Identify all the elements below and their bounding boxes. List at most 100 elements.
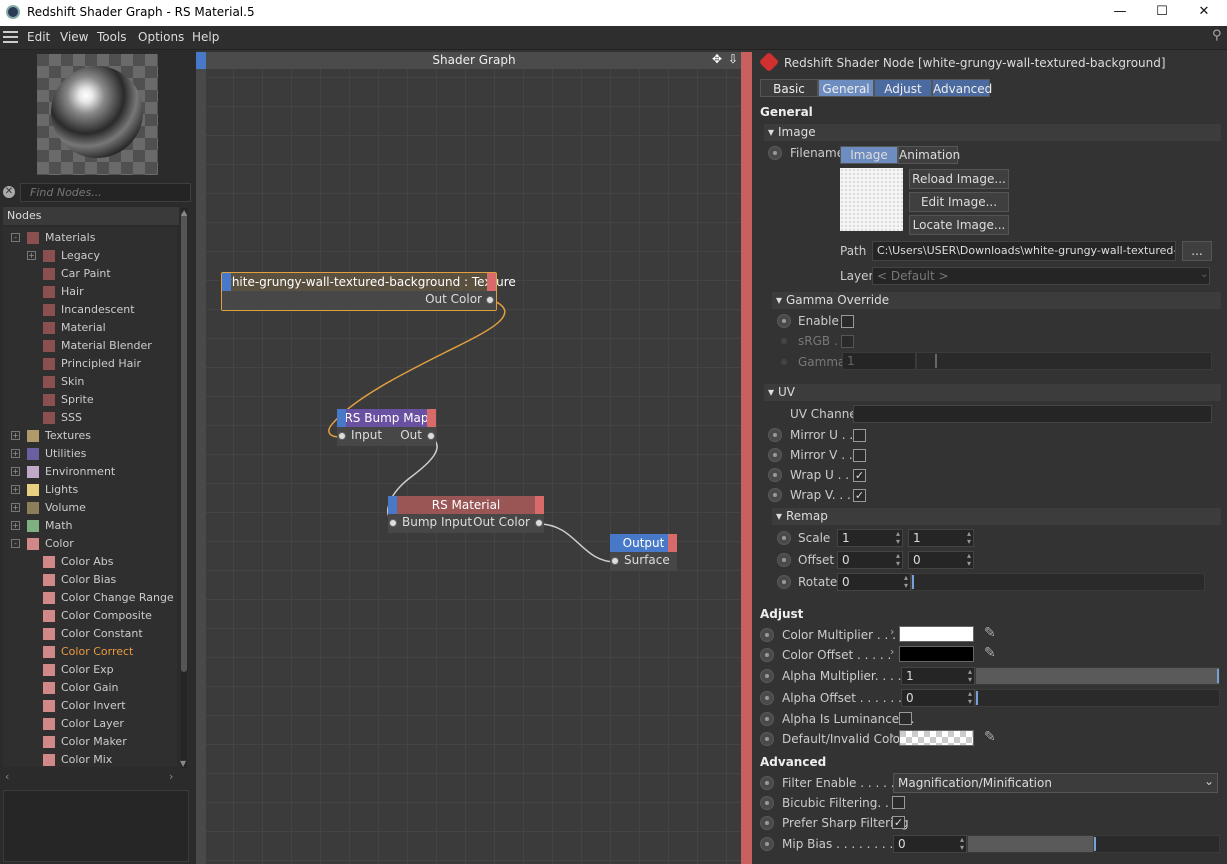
color-multiplier-radio[interactable] <box>760 628 774 642</box>
wrap-u-radio[interactable] <box>768 468 782 482</box>
horizontal-scrollbar[interactable]: ‹ › <box>3 770 183 784</box>
tree-item[interactable]: Color Exp <box>3 661 177 679</box>
alpha-is-luminance-checkbox[interactable] <box>899 712 912 725</box>
tree-item[interactable]: + Textures <box>3 427 177 445</box>
collapse-icon[interactable]: - <box>11 539 20 548</box>
filename-radio[interactable] <box>768 146 782 160</box>
default-color-eyedropper-icon[interactable]: ✎ <box>984 730 998 744</box>
rotate-slider[interactable] <box>911 573 1205 591</box>
expand-icon[interactable]: + <box>11 485 20 494</box>
color-offset-swatch[interactable] <box>899 646 974 662</box>
gamma-slider[interactable] <box>916 352 1212 370</box>
alpha-multiplier-field[interactable]: 1 ▴ ▾ <box>901 667 975 685</box>
rotate-spinner-icon[interactable]: ▴ ▾ <box>904 574 908 590</box>
reload-image-button[interactable]: Reload Image... <box>909 169 1009 189</box>
locate-image-button[interactable]: Locate Image... <box>909 215 1009 235</box>
rotate-field[interactable]: 0 ▴ ▾ <box>837 573 911 591</box>
maximize-button[interactable]: ☐ <box>1139 0 1185 26</box>
alpha-multiplier-slider[interactable] <box>975 667 1220 685</box>
bump-map-node[interactable]: RS Bump Map Input Out <box>337 409 436 446</box>
remap-group-header[interactable]: Remap <box>772 508 1221 525</box>
tree-item[interactable]: + Volume <box>3 499 177 517</box>
enable-radio[interactable] <box>777 314 791 328</box>
expand-icon[interactable]: + <box>11 467 20 476</box>
tree-item[interactable]: Hair <box>3 283 177 301</box>
mirror-u-radio[interactable] <box>768 428 782 442</box>
scale-radio[interactable] <box>777 531 791 545</box>
gamma-override-header[interactable]: Gamma Override <box>772 292 1221 309</box>
expand-icon[interactable]: + <box>27 251 36 260</box>
alpha-offset-spinner-icon[interactable]: ▴ ▾ <box>968 690 972 706</box>
alpha-offset-radio[interactable] <box>760 691 774 705</box>
tree-item[interactable]: Color Invert <box>3 697 177 715</box>
bump-out-port[interactable] <box>427 432 435 440</box>
menu-tools[interactable]: Tools <box>97 30 127 44</box>
scroll-up-icon[interactable]: ▲ <box>181 208 187 217</box>
tree-item[interactable]: - Materials <box>3 229 177 247</box>
tree-item[interactable]: Color Change Range <box>3 589 177 607</box>
color-multiplier-expand-icon[interactable]: › <box>890 625 894 638</box>
tree-scrollbar[interactable] <box>181 208 187 768</box>
tree-item[interactable]: Color Constant <box>3 625 177 643</box>
tree-item[interactable]: Material <box>3 319 177 337</box>
mirror-u-checkbox[interactable] <box>853 429 866 442</box>
mip-bias-spinner-icon[interactable]: ▴ ▾ <box>960 836 964 852</box>
expand-icon[interactable]: + <box>11 503 20 512</box>
tree-item[interactable]: + Lights <box>3 481 177 499</box>
browse-path-button[interactable]: ... <box>1182 241 1212 261</box>
expand-icon[interactable]: + <box>11 449 20 458</box>
image-subtab[interactable]: Image <box>840 146 898 164</box>
collapse-icon[interactable]: - <box>11 233 20 242</box>
tree-item[interactable]: SSS <box>3 409 177 427</box>
clear-search-icon[interactable]: ✕ <box>3 186 15 198</box>
color-multiplier-eyedropper-icon[interactable]: ✎ <box>984 626 998 640</box>
menu-options[interactable]: Options <box>138 30 184 44</box>
image-group-header[interactable]: Image <box>764 124 1221 141</box>
filter-enable-radio[interactable] <box>760 776 774 790</box>
output-node[interactable]: Output Surface <box>610 534 677 571</box>
tree-item[interactable]: Car Paint <box>3 265 177 283</box>
menu-help[interactable]: Help <box>192 30 219 44</box>
scale-y-field[interactable]: 1 ▴ ▾ <box>908 529 974 547</box>
texture-out-port[interactable] <box>486 296 494 304</box>
expand-icon[interactable]: + <box>11 521 20 530</box>
close-button[interactable]: ✕ <box>1181 0 1227 26</box>
offset-x-field[interactable]: 0 ▴ ▾ <box>837 551 903 569</box>
default-color-swatch[interactable] <box>899 730 974 746</box>
tree-item[interactable]: Color Composite <box>3 607 177 625</box>
filter-enable-dropdown[interactable]: Magnification/Minification <box>893 773 1218 793</box>
offset-y-field[interactable]: 0 ▴ ▾ <box>908 551 974 569</box>
uv-group-header[interactable]: UV <box>764 384 1221 401</box>
color-offset-expand-icon[interactable]: › <box>890 645 894 658</box>
wrap-u-checkbox[interactable]: ✓ <box>853 469 866 482</box>
tree-item[interactable]: + Legacy <box>3 247 177 265</box>
mip-bias-slider-knob[interactable] <box>1094 837 1096 851</box>
alpha-offset-field[interactable]: 0 ▴ ▾ <box>901 689 975 707</box>
scrollbar-thumb[interactable] <box>181 212 187 672</box>
color-multiplier-swatch[interactable] <box>899 626 974 642</box>
path-field[interactable]: C:\Users\USER\Downloads\white-grungy-wal… <box>872 241 1176 261</box>
alpha-offset-slider[interactable] <box>975 689 1220 707</box>
tree-item[interactable]: Color Layer <box>3 715 177 733</box>
tab-general[interactable]: General <box>818 79 874 97</box>
srgb-checkbox[interactable] <box>841 335 854 348</box>
tree-item[interactable]: Color Maker <box>3 733 177 751</box>
menu-edit[interactable]: Edit <box>27 30 50 44</box>
default-color-expand-icon[interactable]: › <box>890 729 894 742</box>
rotate-radio[interactable] <box>777 575 791 589</box>
alpha-multiplier-radio[interactable] <box>760 669 774 683</box>
tab-advanced[interactable]: Advanced <box>932 79 992 97</box>
mip-bias-slider[interactable] <box>967 835 1220 853</box>
tree-item[interactable]: Color Mix <box>3 751 177 767</box>
expand-icon[interactable]: + <box>11 431 20 440</box>
tree-item[interactable]: + Utilities <box>3 445 177 463</box>
default-color-radio[interactable] <box>760 732 774 746</box>
tree-item[interactable]: Color Abs <box>3 553 177 571</box>
wrap-v-radio[interactable] <box>768 488 782 502</box>
gamma-field[interactable]: 1 <box>842 352 916 370</box>
uv-channel-field[interactable] <box>853 405 1212 423</box>
material-bump-input-port[interactable] <box>389 519 397 527</box>
prefer-sharp-radio[interactable] <box>760 816 774 830</box>
tree-item[interactable]: Incandescent <box>3 301 177 319</box>
menu-view[interactable]: View <box>60 30 88 44</box>
